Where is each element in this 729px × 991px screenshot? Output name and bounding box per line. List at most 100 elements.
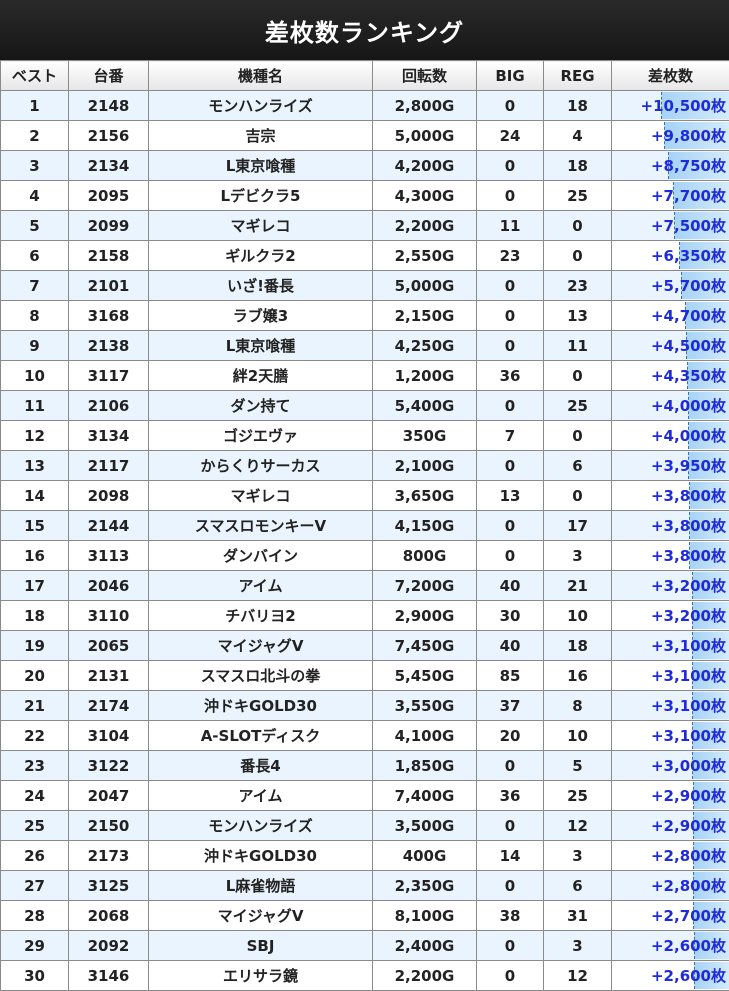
machine-no-cell: 2134 — [68, 150, 149, 181]
diff-cell: +2,800枚 — [611, 870, 729, 901]
rank-cell: 6 — [0, 240, 69, 271]
ranking-title-text: 差枚数ランキング — [264, 18, 465, 47]
big-count-cell: 11 — [476, 210, 544, 241]
rank-cell: 18 — [0, 600, 69, 631]
diff-cell: +3,800枚 — [611, 540, 729, 571]
column-header-big: BIG — [476, 60, 544, 91]
rank-cell: 17 — [0, 570, 69, 601]
big-count-cell: 0 — [476, 960, 544, 991]
machine-name-cell: 吉宗 — [148, 120, 373, 151]
big-count-cell: 0 — [476, 330, 544, 361]
rank-cell: 10 — [0, 360, 69, 391]
rank-cell: 14 — [0, 480, 69, 511]
reg-count-cell: 31 — [543, 900, 612, 931]
spins-cell: 5,400G — [372, 390, 477, 421]
diff-value: +3,800枚 — [650, 517, 726, 535]
rank-cell: 19 — [0, 630, 69, 661]
machine-name-cell: ゴジエヴァ — [148, 420, 373, 451]
spins-cell: 2,100G — [372, 450, 477, 481]
machine-name-cell: からくりサーカス — [148, 450, 373, 481]
reg-count-cell: 3 — [543, 540, 612, 571]
rank-cell: 3 — [0, 150, 69, 181]
reg-count-cell: 25 — [543, 180, 612, 211]
spins-cell: 5,450G — [372, 660, 477, 691]
diff-value: +3,200枚 — [650, 577, 726, 595]
machine-no-cell: 2131 — [68, 660, 149, 691]
machine-no-cell: 3104 — [68, 720, 149, 751]
reg-count-cell: 21 — [543, 570, 612, 601]
column-header-rank: ベスト — [0, 60, 69, 91]
table-row: 3 2134 L東京喰種 4,200G 0 18 +8,750枚 — [0, 150, 729, 181]
diff-value: +6,350枚 — [650, 247, 726, 265]
spins-cell: 5,000G — [372, 120, 477, 151]
machine-no-cell: 2117 — [68, 450, 149, 481]
diff-cell: +4,350枚 — [611, 360, 729, 391]
reg-count-cell: 17 — [543, 510, 612, 541]
spins-cell: 3,650G — [372, 480, 477, 511]
table-row: 1 2148 モンハンライズ 2,800G 0 18 +10,500枚 — [0, 90, 729, 121]
spins-cell: 1,200G — [372, 360, 477, 391]
spins-cell: 5,000G — [372, 270, 477, 301]
table-header-row: ベスト 台番 機種名 回転数 BIG REG 差枚数 — [0, 60, 729, 91]
machine-name-cell: いざ!番長 — [148, 270, 373, 301]
diff-value: +2,900枚 — [650, 787, 726, 805]
diff-cell: +7,500枚 — [611, 210, 729, 241]
reg-count-cell: 5 — [543, 750, 612, 781]
diff-cell: +4,700枚 — [611, 300, 729, 331]
machine-no-cell: 2173 — [68, 840, 149, 871]
machine-no-cell: 3146 — [68, 960, 149, 991]
diff-value: +9,800枚 — [650, 127, 726, 145]
reg-count-cell: 23 — [543, 270, 612, 301]
reg-count-cell: 0 — [543, 420, 612, 451]
big-count-cell: 0 — [476, 750, 544, 781]
machine-no-cell: 3134 — [68, 420, 149, 451]
big-count-cell: 37 — [476, 690, 544, 721]
machine-no-cell: 3122 — [68, 750, 149, 781]
rank-cell: 9 — [0, 330, 69, 361]
spins-cell: 1,850G — [372, 750, 477, 781]
reg-count-cell: 10 — [543, 720, 612, 751]
table-row: 9 2138 L東京喰種 4,250G 0 11 +4,500枚 — [0, 330, 729, 361]
spins-cell: 2,550G — [372, 240, 477, 271]
column-header-machine-no: 台番 — [68, 60, 149, 91]
machine-no-cell: 3110 — [68, 600, 149, 631]
machine-no-cell: 2099 — [68, 210, 149, 241]
machine-no-cell: 2095 — [68, 180, 149, 211]
table-row: 6 2158 ギルクラ2 2,550G 23 0 +6,350枚 — [0, 240, 729, 271]
big-count-cell: 7 — [476, 420, 544, 451]
spins-cell: 8,100G — [372, 900, 477, 931]
big-count-cell: 14 — [476, 840, 544, 871]
table-row: 8 3168 ラブ嬢3 2,150G 0 13 +4,700枚 — [0, 300, 729, 331]
rank-cell: 1 — [0, 90, 69, 121]
big-count-cell: 0 — [476, 510, 544, 541]
reg-count-cell: 25 — [543, 390, 612, 421]
table-row: 29 2092 SBJ 2,400G 0 3 +2,600枚 — [0, 930, 729, 961]
table-row: 23 3122 番長4 1,850G 0 5 +3,000枚 — [0, 750, 729, 781]
machine-name-cell: アイム — [148, 570, 373, 601]
big-count-cell: 36 — [476, 360, 544, 391]
machine-name-cell: モンハンライズ — [148, 90, 373, 121]
big-count-cell: 36 — [476, 780, 544, 811]
machine-name-cell: アイム — [148, 780, 373, 811]
machine-name-cell: 絆2天膳 — [148, 360, 373, 391]
spins-cell: 2,800G — [372, 90, 477, 121]
diff-cell: +9,800枚 — [611, 120, 729, 151]
spins-cell: 7,400G — [372, 780, 477, 811]
table-row: 17 2046 アイム 7,200G 40 21 +3,200枚 — [0, 570, 729, 601]
big-count-cell: 0 — [476, 870, 544, 901]
column-header-name: 機種名 — [148, 60, 373, 91]
spins-cell: 2,350G — [372, 870, 477, 901]
big-count-cell: 20 — [476, 720, 544, 751]
rank-cell: 4 — [0, 180, 69, 211]
machine-name-cell: ダンバイン — [148, 540, 373, 571]
reg-count-cell: 6 — [543, 870, 612, 901]
table-row: 27 3125 L麻雀物語 2,350G 0 6 +2,800枚 — [0, 870, 729, 901]
table-row: 20 2131 スマスロ北斗の拳 5,450G 85 16 +3,100枚 — [0, 660, 729, 691]
diff-cell: +7,700枚 — [611, 180, 729, 211]
diff-value: +2,900枚 — [650, 817, 726, 835]
machine-name-cell: 番長4 — [148, 750, 373, 781]
machine-no-cell: 3125 — [68, 870, 149, 901]
diff-cell: +2,900枚 — [611, 810, 729, 841]
reg-count-cell: 13 — [543, 300, 612, 331]
spins-cell: 2,900G — [372, 600, 477, 631]
